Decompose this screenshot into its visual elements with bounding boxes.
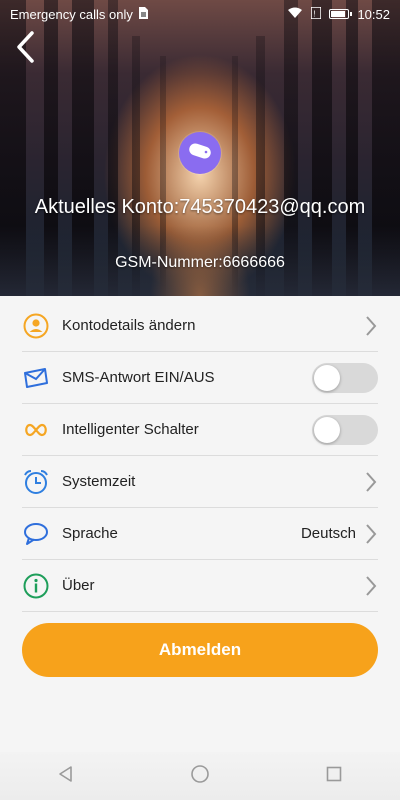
status-bar: Emergency calls only ! 10:52 bbox=[0, 0, 400, 28]
back-arrow-icon bbox=[14, 31, 44, 68]
person-icon bbox=[22, 312, 50, 340]
device-icon bbox=[187, 142, 213, 164]
smart-switch-toggle[interactable] bbox=[312, 414, 378, 445]
battery-icon bbox=[329, 9, 353, 19]
chevron-right-icon bbox=[364, 575, 378, 597]
sim-card-icon bbox=[138, 6, 148, 22]
back-button[interactable] bbox=[14, 30, 44, 64]
wifi-icon bbox=[287, 7, 303, 22]
back-triangle-icon[interactable] bbox=[57, 765, 75, 788]
gsm-number-text: GSM-Nummer:6666666 bbox=[115, 254, 285, 271]
menu-row-about[interactable]: Über bbox=[22, 560, 378, 612]
logout-button[interactable]: Abmelden bbox=[22, 623, 378, 677]
infinity-icon bbox=[22, 416, 50, 444]
signal-icon: ! bbox=[310, 5, 323, 22]
chat-bubble-icon bbox=[22, 520, 50, 548]
avatar bbox=[179, 132, 221, 174]
menu-label-system-time: Systemzeit bbox=[62, 473, 136, 490]
envelope-icon bbox=[22, 364, 50, 392]
menu-label-smart-switch: Intelligenter Schalter bbox=[62, 421, 199, 438]
menu-label-language: Sprache bbox=[62, 525, 118, 542]
menu-label-sms-reply: SMS-Antwort EIN/AUS bbox=[62, 369, 215, 386]
carrier-text: Emergency calls only bbox=[10, 6, 133, 22]
menu-row-language[interactable]: Sprache Deutsch bbox=[22, 508, 378, 560]
menu-row-system-time[interactable]: Systemzeit bbox=[22, 456, 378, 508]
menu-label-about: Über bbox=[62, 577, 95, 594]
chevron-right-icon bbox=[364, 315, 378, 337]
svg-text:!: ! bbox=[314, 9, 316, 18]
menu-label-account-details: Kontodetails ändern bbox=[62, 317, 196, 334]
menu-row-sms-reply: SMS-Antwort EIN/AUS bbox=[22, 352, 378, 404]
home-circle-icon[interactable] bbox=[190, 764, 210, 789]
menu-row-account-details[interactable]: Kontodetails ändern bbox=[22, 300, 378, 352]
system-navigation-bar bbox=[0, 752, 400, 800]
chevron-right-icon bbox=[364, 471, 378, 493]
menu-row-smart-switch: Intelligenter Schalter bbox=[22, 404, 378, 456]
sms-reply-toggle[interactable] bbox=[312, 362, 378, 393]
language-value: Deutsch bbox=[300, 525, 356, 542]
account-text: Aktuelles Konto:745370423@qq.com bbox=[34, 196, 366, 218]
recents-square-icon[interactable] bbox=[325, 765, 343, 788]
alarm-clock-icon bbox=[22, 468, 50, 496]
chevron-right-icon bbox=[364, 523, 378, 545]
status-time: 10:52 bbox=[357, 6, 390, 22]
settings-list: Kontodetails ändern SMS-Antwort EIN/AUS … bbox=[22, 300, 378, 612]
info-icon bbox=[22, 572, 50, 600]
